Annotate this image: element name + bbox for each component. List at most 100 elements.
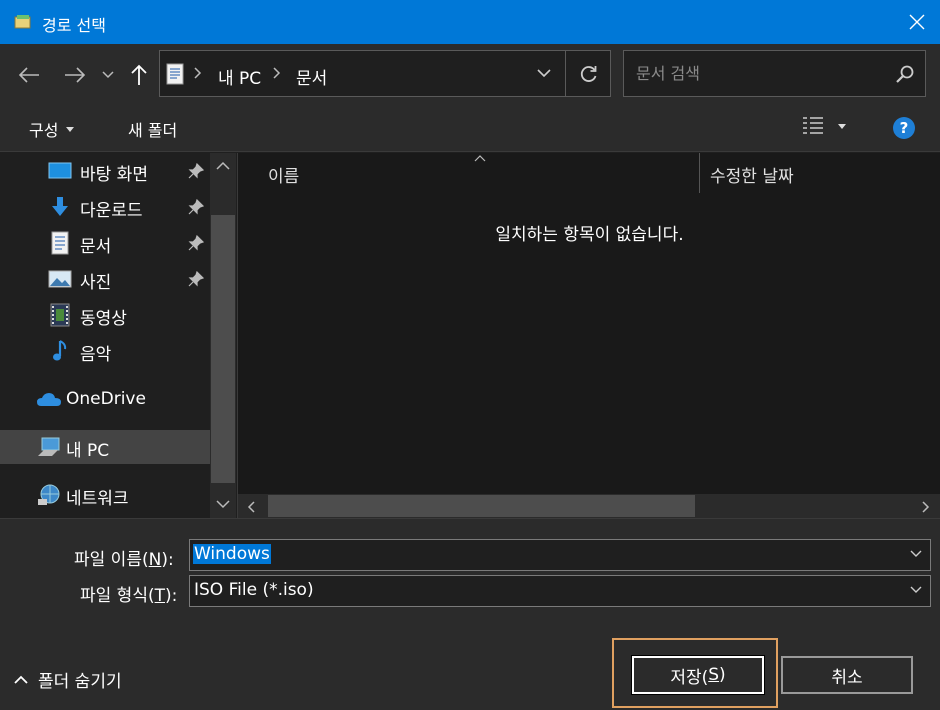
details-view-icon — [803, 117, 823, 134]
chevron-down-icon — [102, 71, 114, 79]
pin-icon[interactable] — [188, 271, 204, 287]
scroll-up-icon[interactable] — [216, 161, 230, 170]
search-box[interactable] — [623, 50, 926, 97]
filename-combobox[interactable]: Windows — [189, 539, 931, 571]
close-icon — [909, 14, 925, 30]
filename-input[interactable]: Windows — [193, 544, 271, 564]
refresh-button[interactable] — [565, 51, 611, 96]
chevron-right-icon — [194, 67, 202, 79]
column-header-date-modified[interactable]: 수정한 날짜 — [710, 153, 794, 195]
close-button[interactable] — [894, 0, 940, 44]
arrow-up-icon — [131, 64, 147, 85]
breadcrumb-documents[interactable]: 문서 — [296, 64, 327, 89]
nav-item-desktop[interactable]: 바탕 화면 — [0, 154, 210, 188]
document-icon — [166, 63, 184, 85]
empty-list-message: 일치하는 항목이 없습니다. — [495, 225, 684, 245]
pictures-icon — [48, 270, 72, 288]
chevron-down-icon[interactable] — [910, 550, 922, 558]
address-history-button[interactable] — [524, 51, 564, 96]
file-list-horizontal-scrollbar[interactable] — [238, 494, 940, 518]
nav-item-label: OneDrive — [66, 389, 146, 409]
music-icon — [53, 340, 67, 361]
onedrive-icon — [37, 393, 61, 406]
dialog-footer: 파일 이름(N): Windows 파일 형식(T): ISO File (*.… — [0, 518, 940, 710]
pin-icon[interactable] — [188, 199, 204, 215]
organize-button[interactable]: 구성 — [29, 117, 75, 141]
search-icon[interactable] — [895, 64, 915, 84]
save-button[interactable]: 저장(S) — [631, 655, 765, 695]
sort-ascending-icon — [474, 155, 486, 162]
column-header-label: 이름 — [268, 166, 300, 187]
scroll-left-icon[interactable] — [247, 501, 256, 513]
title-bar: 경로 선택 — [0, 0, 940, 44]
nav-pane-scrollbar[interactable] — [210, 153, 236, 518]
desktop-icon — [48, 162, 72, 179]
column-header-name[interactable]: 이름 — [268, 153, 299, 195]
network-icon — [38, 484, 60, 505]
chevron-right-icon — [273, 67, 281, 79]
nav-item-label: 사진 — [80, 273, 112, 293]
forward-button[interactable] — [61, 61, 89, 89]
document-icon — [51, 231, 69, 255]
search-input[interactable] — [624, 51, 884, 96]
nav-item-network[interactable]: 네트워크 — [0, 478, 210, 512]
app-icon — [14, 15, 31, 29]
scroll-down-icon[interactable] — [216, 500, 230, 509]
nav-item-label: 음악 — [80, 345, 112, 365]
address-bar[interactable]: 내 PC 문서 — [159, 50, 611, 97]
window-title: 경로 선택 — [42, 16, 106, 35]
nav-item-label: 네트워크 — [66, 489, 129, 509]
up-button[interactable] — [125, 61, 153, 89]
video-icon — [50, 303, 70, 327]
nav-item-this-pc[interactable]: 내 PC — [0, 430, 210, 464]
hide-folders-label: 폴더 숨기기 — [38, 672, 122, 692]
scrollbar-thumb[interactable] — [268, 495, 695, 517]
nav-item-label: 바탕 화면 — [80, 165, 148, 185]
help-icon[interactable]: ? — [892, 116, 916, 140]
nav-item-documents[interactable]: 문서 — [0, 226, 210, 260]
svg-text:?: ? — [900, 119, 909, 137]
breadcrumb-this-pc[interactable]: 내 PC — [218, 64, 261, 89]
arrow-right-icon — [65, 67, 86, 83]
navigation-bar: 내 PC 문서 — [0, 44, 940, 104]
nav-item-videos[interactable]: 동영상 — [0, 298, 210, 332]
caret-down-icon — [66, 126, 75, 132]
filetype-label: 파일 형식(T): — [80, 586, 178, 606]
column-header-label: 수정한 날짜 — [710, 166, 794, 187]
download-icon — [52, 197, 68, 216]
arrow-left-icon — [18, 67, 39, 83]
nav-item-label: 문서 — [80, 237, 112, 257]
filename-label: 파일 이름(N): — [74, 550, 174, 570]
command-toolbar: 구성 새 폴더 — [0, 104, 940, 152]
chevron-down-icon[interactable] — [910, 586, 922, 594]
filetype-value: ISO File (*.iso) — [194, 580, 314, 600]
nav-item-downloads[interactable]: 다운로드 — [0, 190, 210, 224]
nav-item-label: 내 PC — [66, 441, 110, 461]
pin-icon[interactable] — [188, 163, 204, 179]
scroll-right-icon[interactable] — [921, 501, 930, 513]
nav-item-label: 동영상 — [80, 309, 127, 329]
hide-folders-button[interactable]: 폴더 숨기기 — [14, 667, 122, 692]
nav-item-pictures[interactable]: 사진 — [0, 262, 210, 296]
column-divider[interactable] — [699, 153, 700, 193]
caret-down-icon — [838, 123, 846, 129]
nav-item-music[interactable]: 음악 — [0, 334, 210, 368]
navigation-pane[interactable]: 바탕 화면 다운로드 문서 사진 동영상 음악 OneDrive 내 PC 네트… — [0, 153, 236, 518]
cancel-button[interactable]: 취소 — [781, 656, 913, 694]
computer-icon — [38, 437, 60, 456]
pin-icon[interactable] — [188, 235, 204, 251]
recent-locations-button[interactable] — [96, 61, 120, 89]
back-button[interactable] — [15, 61, 43, 89]
file-list-pane[interactable]: 이름 수정한 날짜 일치하는 항목이 없습니다. — [237, 153, 940, 518]
scrollbar-thumb[interactable] — [211, 215, 235, 483]
change-view-button[interactable] — [802, 116, 846, 136]
chevron-up-icon — [14, 675, 28, 684]
filetype-select[interactable]: ISO File (*.iso) — [189, 575, 931, 607]
new-folder-button[interactable]: 새 폴더 — [128, 117, 177, 141]
new-folder-label: 새 폴더 — [128, 121, 178, 140]
nav-item-label: 다운로드 — [80, 201, 143, 221]
nav-item-onedrive[interactable]: OneDrive — [0, 383, 210, 417]
chevron-down-icon — [537, 69, 551, 78]
refresh-icon — [580, 65, 596, 82]
organize-label: 구성 — [29, 121, 59, 140]
